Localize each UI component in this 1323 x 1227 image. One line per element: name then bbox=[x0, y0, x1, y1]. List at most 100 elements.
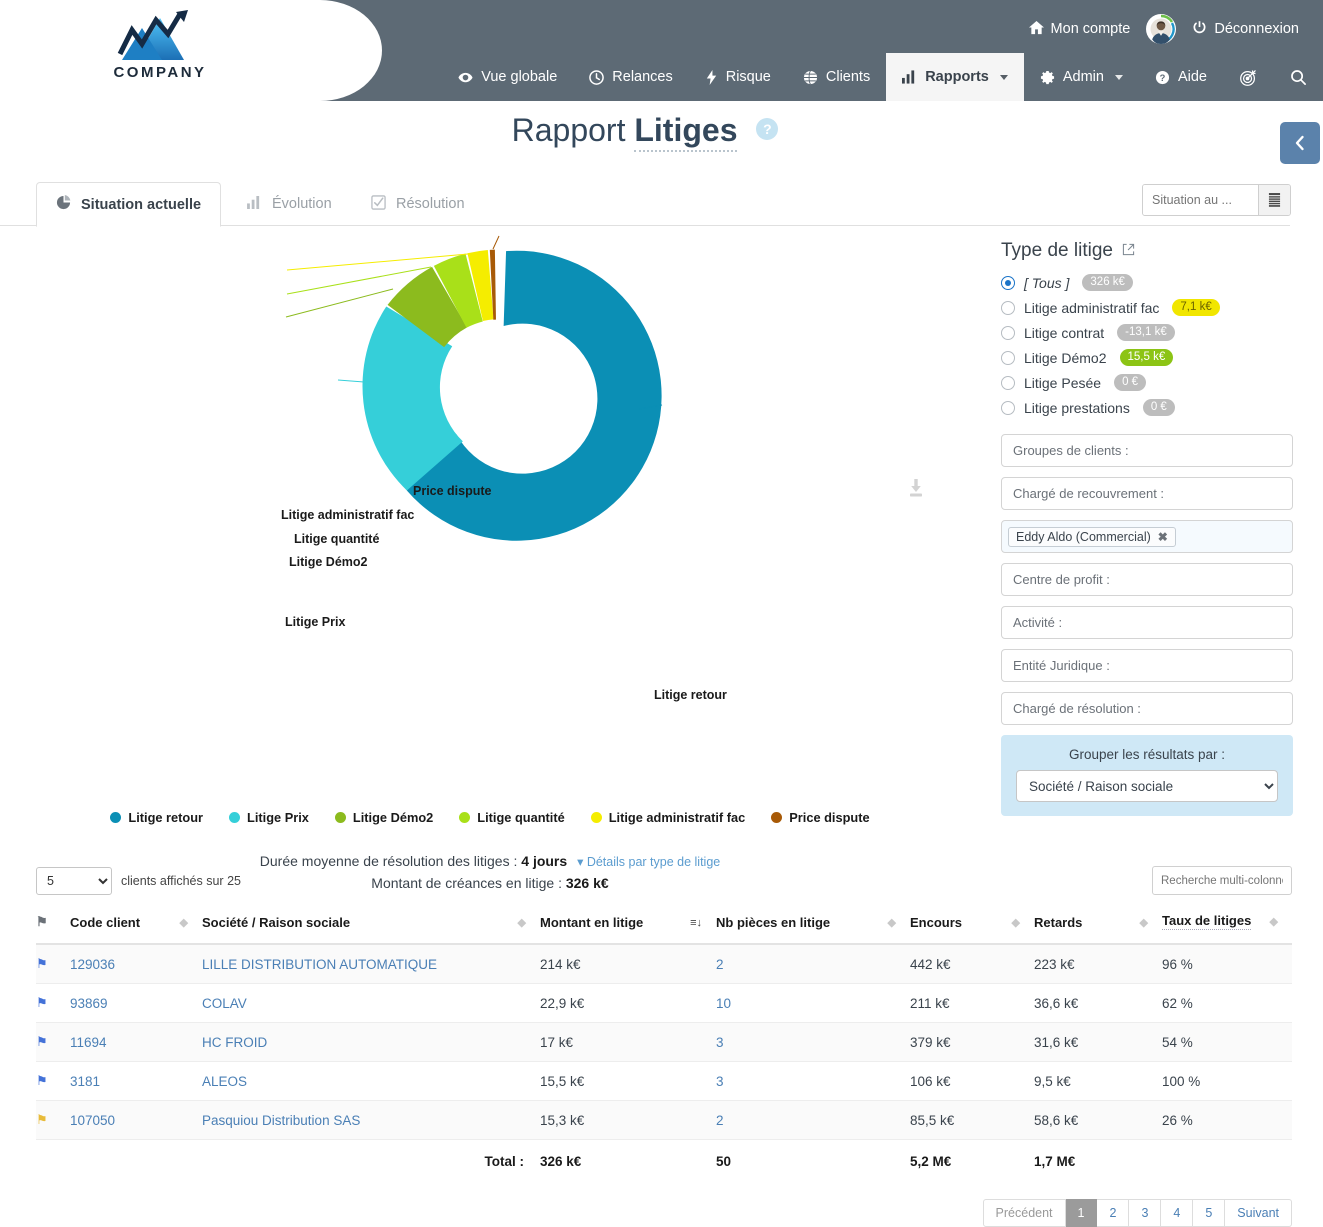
nav-admin[interactable]: Admin bbox=[1024, 53, 1139, 101]
table-row[interactable]: ⚑ 11694 HC FROID 17 k€ 3 379 k€ 31,6 k€ … bbox=[36, 1022, 1292, 1062]
cell-flag[interactable]: ⚑ bbox=[36, 983, 70, 1023]
cell-nb-pieces[interactable]: 10 bbox=[716, 983, 910, 1023]
download-button[interactable] bbox=[905, 477, 927, 504]
nav-target[interactable] bbox=[1223, 53, 1274, 101]
nav-risque[interactable]: Risque bbox=[689, 53, 787, 101]
cell-flag[interactable]: ⚑ bbox=[36, 944, 70, 984]
filter-centre-de-profit[interactable]: Centre de profit : bbox=[1001, 563, 1293, 596]
filter-entite-juridique[interactable]: Entité Juridique : bbox=[1001, 649, 1293, 682]
societe-link[interactable]: ALEOS bbox=[202, 1074, 247, 1089]
societe-link[interactable]: Pasquiou Distribution SAS bbox=[202, 1113, 360, 1128]
cell-code-client[interactable]: 3181 bbox=[70, 1061, 202, 1101]
radio-icon[interactable] bbox=[1001, 325, 1015, 340]
litige-type-administratif-fac[interactable]: Litige administratif fac 7,1 k€ bbox=[1001, 299, 1293, 316]
sort-desc-icon[interactable]: ≡↓ bbox=[690, 917, 702, 929]
legend-item[interactable]: Litige Démo2 bbox=[334, 810, 433, 825]
table-row[interactable]: ⚑ 107050 Pasquiou Distribution SAS 15,3 … bbox=[36, 1100, 1292, 1140]
societe-link[interactable]: LILLE DISTRIBUTION AUTOMATIQUE bbox=[202, 957, 437, 972]
sort-icon[interactable]: ◆ bbox=[1270, 915, 1278, 928]
cell-nb-pieces[interactable]: 3 bbox=[716, 1061, 910, 1101]
nb-pieces-link[interactable]: 2 bbox=[716, 1113, 724, 1128]
legend-item[interactable]: Litige administratif fac bbox=[590, 810, 745, 825]
cell-code-client[interactable]: 11694 bbox=[70, 1022, 202, 1062]
legend-item[interactable]: Litige Prix bbox=[229, 810, 309, 825]
pagination-page-2[interactable]: 2 bbox=[1097, 1199, 1130, 1227]
sort-icon[interactable]: ◆ bbox=[1140, 916, 1148, 929]
nav-relances[interactable]: Relances bbox=[573, 53, 688, 101]
radio-icon[interactable] bbox=[1001, 375, 1015, 390]
tab-evolution[interactable]: Évolution bbox=[228, 182, 351, 226]
societe-link[interactable]: HC FROID bbox=[202, 1035, 267, 1050]
flag-icon[interactable]: ⚑ bbox=[36, 1112, 48, 1127]
filter-commercial-token-field[interactable]: Eddy Aldo (Commercial) ✖ bbox=[1001, 520, 1293, 553]
radio-icon[interactable] bbox=[1001, 275, 1015, 290]
table-row[interactable]: ⚑ 129036 LILLE DISTRIBUTION AUTOMATIQUE … bbox=[36, 944, 1292, 984]
litige-type-pesee[interactable]: Litige Pesée 0 € bbox=[1001, 374, 1293, 391]
col-encours[interactable]: Encours ◆ bbox=[910, 907, 1034, 945]
table-row[interactable]: ⚑ 3181 ALEOS 15,5 k€ 3 106 k€ 9,5 k€ 100… bbox=[36, 1061, 1292, 1101]
collapse-panel-button[interactable] bbox=[1280, 122, 1320, 164]
pagination-page-1[interactable]: 1 bbox=[1065, 1199, 1098, 1227]
cell-flag[interactable]: ⚑ bbox=[36, 1100, 70, 1140]
nav-clients[interactable]: Clients bbox=[787, 53, 886, 101]
selected-token[interactable]: Eddy Aldo (Commercial) ✖ bbox=[1008, 526, 1176, 547]
col-montant-en-litige[interactable]: Montant en litige ≡↓ bbox=[540, 907, 716, 945]
flag-icon[interactable]: ⚑ bbox=[36, 1034, 48, 1049]
litige-type-prestations[interactable]: Litige prestations 0 € bbox=[1001, 399, 1293, 416]
sort-icon[interactable]: ◆ bbox=[518, 916, 526, 929]
nav-rapports[interactable]: Rapports bbox=[886, 53, 1024, 101]
code-client-link[interactable]: 3181 bbox=[70, 1074, 100, 1089]
external-link-icon[interactable] bbox=[1122, 243, 1135, 259]
code-client-link[interactable]: 107050 bbox=[70, 1113, 115, 1128]
legend-item[interactable]: Litige quantité bbox=[459, 810, 565, 825]
help-badge[interactable]: ? bbox=[756, 118, 779, 140]
my-account-link[interactable]: Mon compte bbox=[1019, 20, 1141, 39]
filter-charge-de-resolution[interactable]: Chargé de résolution : bbox=[1001, 692, 1293, 725]
cell-code-client[interactable]: 129036 bbox=[70, 944, 202, 984]
code-client-link[interactable]: 11694 bbox=[70, 1035, 107, 1050]
filter-activite[interactable]: Activité : bbox=[1001, 606, 1293, 639]
cell-societe[interactable]: COLAV bbox=[202, 983, 540, 1023]
avatar[interactable] bbox=[1146, 14, 1177, 44]
cell-societe[interactable]: ALEOS bbox=[202, 1061, 540, 1101]
radio-icon[interactable] bbox=[1001, 350, 1015, 365]
cell-societe[interactable]: LILLE DISTRIBUTION AUTOMATIQUE bbox=[202, 944, 540, 984]
col-societe[interactable]: Société / Raison sociale ◆ bbox=[202, 907, 540, 945]
cell-code-client[interactable]: 107050 bbox=[70, 1100, 202, 1140]
nb-pieces-link[interactable]: 2 bbox=[716, 957, 724, 972]
nav-search[interactable] bbox=[1274, 53, 1323, 101]
situation-date-input[interactable] bbox=[1143, 185, 1258, 215]
pagination-page-3[interactable]: 3 bbox=[1129, 1199, 1162, 1227]
litige-type-contrat[interactable]: Litige contrat -13,1 k€ bbox=[1001, 324, 1293, 341]
sort-icon[interactable]: ◆ bbox=[180, 916, 188, 929]
col-retards[interactable]: Retards ◆ bbox=[1034, 907, 1162, 945]
multi-column-search-input[interactable] bbox=[1152, 866, 1292, 895]
group-by-select[interactable]: Société / Raison sociale bbox=[1016, 770, 1278, 802]
table-row[interactable]: ⚑ 93869 COLAV 22,9 k€ 10 211 k€ 36,6 k€ … bbox=[36, 983, 1292, 1023]
sort-icon[interactable]: ◆ bbox=[1012, 916, 1020, 929]
filter-groupes-de-clients[interactable]: Groupes de clients : bbox=[1001, 434, 1293, 467]
col-code-client[interactable]: Code client ◆ bbox=[70, 907, 202, 945]
flag-icon[interactable]: ⚑ bbox=[36, 995, 48, 1010]
rows-per-page-select[interactable]: 5 bbox=[36, 866, 112, 895]
nav-vue-globale[interactable]: Vue globale bbox=[442, 53, 573, 101]
societe-link[interactable]: COLAV bbox=[202, 996, 247, 1011]
sort-icon[interactable]: ◆ bbox=[888, 916, 896, 929]
cell-nb-pieces[interactable]: 2 bbox=[716, 944, 910, 984]
col-taux-de-litiges[interactable]: Taux de litiges ◆ bbox=[1162, 907, 1292, 945]
legend-item[interactable]: Price dispute bbox=[771, 810, 870, 825]
calendar-button[interactable] bbox=[1258, 185, 1290, 215]
nb-pieces-link[interactable]: 3 bbox=[716, 1074, 724, 1089]
cell-societe[interactable]: HC FROID bbox=[202, 1022, 540, 1062]
code-client-link[interactable]: 93869 bbox=[70, 996, 108, 1011]
nav-aide[interactable]: ? Aide bbox=[1139, 53, 1223, 101]
cell-nb-pieces[interactable]: 2 bbox=[716, 1100, 910, 1140]
pagination-prev[interactable]: Précédent bbox=[982, 1199, 1066, 1227]
flag-icon[interactable]: ⚑ bbox=[36, 1073, 48, 1088]
logout-link[interactable]: Déconnexion bbox=[1182, 20, 1309, 39]
pagination-page-4[interactable]: 4 bbox=[1161, 1199, 1194, 1227]
pagination-next[interactable]: Suivant bbox=[1225, 1199, 1292, 1227]
cell-code-client[interactable]: 93869 bbox=[70, 983, 202, 1023]
brand-logo[interactable]: COMPANY bbox=[110, 10, 210, 81]
cell-flag[interactable]: ⚑ bbox=[36, 1061, 70, 1101]
